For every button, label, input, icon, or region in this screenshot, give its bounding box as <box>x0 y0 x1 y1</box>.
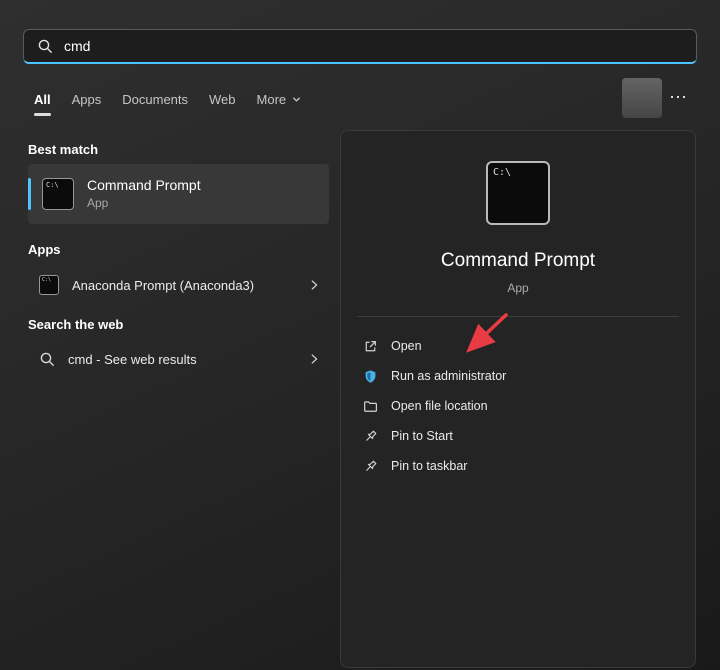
action-pin-to-taskbar-label: Pin to taskbar <box>391 459 467 473</box>
command-prompt-icon-large: C:\ <box>486 161 550 225</box>
pin-icon <box>363 459 378 474</box>
tab-documents[interactable]: Documents <box>122 92 188 109</box>
tab-apps[interactable]: Apps <box>72 92 102 109</box>
search-query-text: cmd <box>64 38 90 54</box>
result-preview-panel: C:\ Command Prompt App Open Run as admin… <box>340 130 696 668</box>
admin-shield-icon <box>363 369 378 384</box>
search-input[interactable]: cmd <box>23 29 697 64</box>
chevron-right-icon[interactable] <box>307 352 321 366</box>
search-icon <box>37 38 53 54</box>
preview-title: Command Prompt <box>341 250 695 272</box>
tab-all-label: All <box>34 92 51 107</box>
best-match-result-command-prompt[interactable]: C:\ Command Prompt App <box>28 164 329 224</box>
action-run-as-administrator[interactable]: Run as administrator <box>359 361 677 391</box>
web-result-label: cmd - See web results <box>68 352 294 367</box>
web-result-cmd[interactable]: cmd - See web results <box>28 338 329 380</box>
preview-actions: Open Run as administrator Open file loca… <box>341 317 695 495</box>
filter-tabs-bar: All Apps Documents Web More <box>34 88 302 112</box>
selection-accent-bar <box>28 178 31 210</box>
anaconda-prompt-icon: C:\ <box>39 275 59 295</box>
action-run-as-administrator-label: Run as administrator <box>391 369 506 383</box>
ellipsis-icon: ⋯ <box>669 87 687 108</box>
tab-more-label: More <box>257 92 287 107</box>
action-pin-to-start-label: Pin to Start <box>391 429 453 443</box>
tab-web[interactable]: Web <box>209 92 236 109</box>
open-icon <box>363 339 378 354</box>
action-pin-to-start[interactable]: Pin to Start <box>359 421 677 451</box>
search-the-web-heading: Search the web <box>28 317 123 332</box>
preview-icon-wrap: C:\ <box>341 161 695 225</box>
action-pin-to-taskbar[interactable]: Pin to taskbar <box>359 451 677 481</box>
preview-subtitle: App <box>341 281 695 295</box>
best-match-heading: Best match <box>28 142 98 157</box>
more-options-button[interactable]: ⋯ <box>664 84 692 110</box>
chevron-right-icon[interactable] <box>307 278 321 292</box>
background-artifact-tile <box>622 78 662 118</box>
action-open-label: Open <box>391 339 422 353</box>
command-prompt-icon: C:\ <box>42 178 74 210</box>
tab-all[interactable]: All <box>34 92 51 109</box>
tab-documents-label: Documents <box>122 92 188 107</box>
best-match-subtitle: App <box>87 195 201 211</box>
search-icon <box>39 351 55 367</box>
folder-icon <box>363 399 378 414</box>
console-icon-text: C:\ <box>46 181 59 189</box>
chevron-down-icon <box>291 94 302 105</box>
pin-icon <box>363 429 378 444</box>
search-window: cmd All Apps Documents Web More ⋯ Best m… <box>0 0 720 670</box>
tab-web-label: Web <box>209 92 236 107</box>
action-open-file-location[interactable]: Open file location <box>359 391 677 421</box>
best-match-title: Command Prompt <box>87 176 201 195</box>
app-result-label: Anaconda Prompt (Anaconda3) <box>72 278 294 293</box>
console-icon-text: C:\ <box>42 277 51 283</box>
app-result-anaconda-prompt[interactable]: C:\ Anaconda Prompt (Anaconda3) <box>28 264 329 306</box>
best-match-text: Command Prompt App <box>87 176 201 211</box>
apps-heading: Apps <box>28 242 61 257</box>
action-open-file-location-label: Open file location <box>391 399 488 413</box>
action-open[interactable]: Open <box>359 331 677 361</box>
tab-more[interactable]: More <box>257 92 303 109</box>
tab-apps-label: Apps <box>72 92 102 107</box>
console-icon-text: C:\ <box>493 167 511 178</box>
